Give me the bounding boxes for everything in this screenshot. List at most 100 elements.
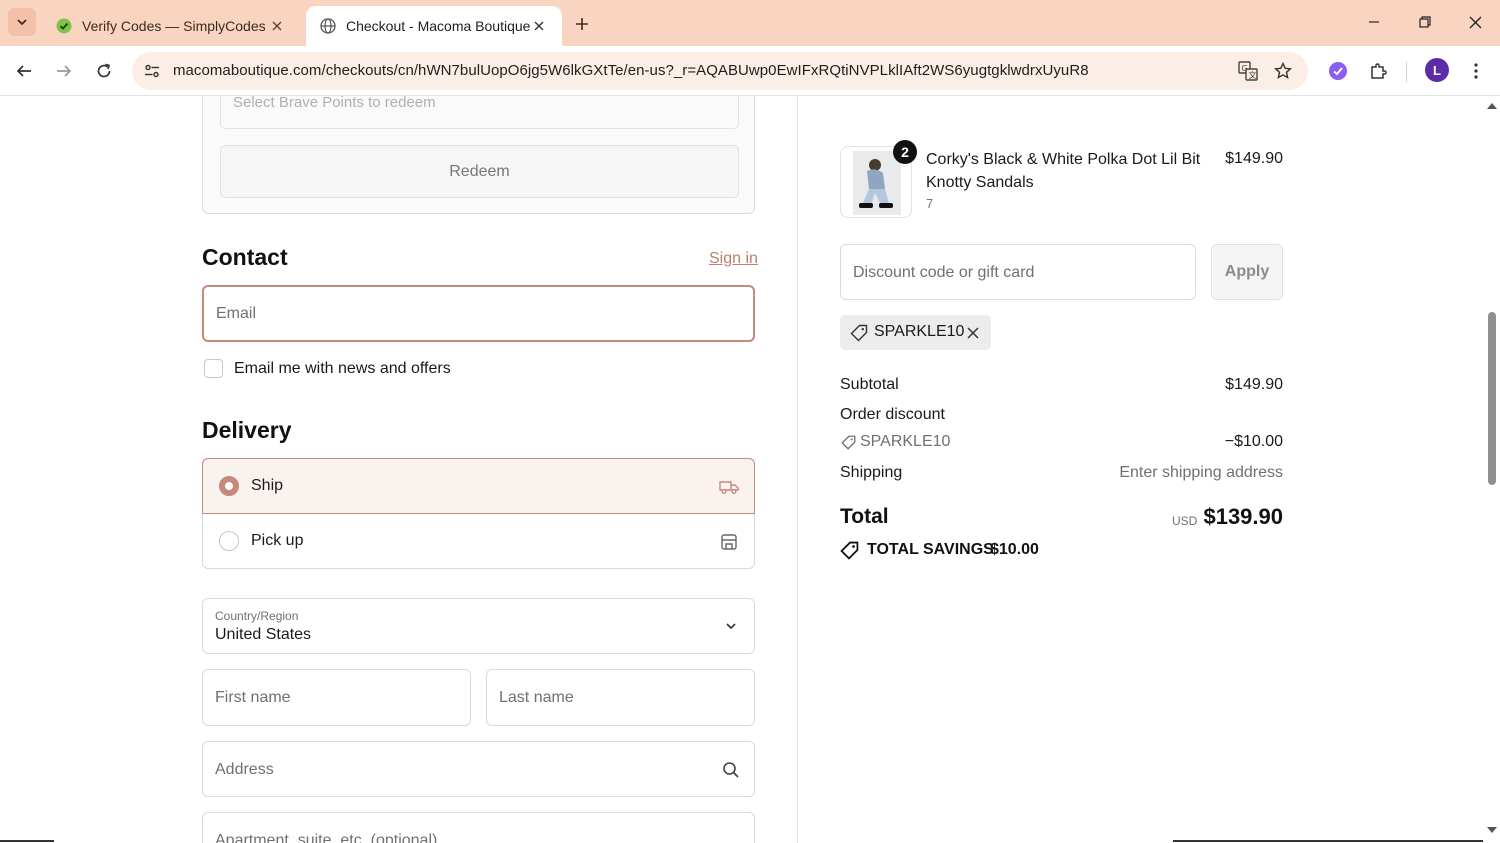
simplycodes-icon: [56, 18, 72, 34]
country-select[interactable]: Country/Region United States: [202, 598, 755, 654]
tab-simplycodes[interactable]: Verify Codes — SimplyCodes: [42, 6, 300, 46]
applied-code: SPARKLE10: [874, 323, 965, 340]
site-info-icon[interactable]: [140, 59, 164, 83]
simplycodes-extension-icon: [1329, 62, 1347, 80]
checkout-page: Select Brave Points to redeem Redeem Con…: [0, 96, 1500, 843]
first-name-placeholder: First name: [215, 689, 291, 706]
tab-search-button[interactable]: [8, 8, 36, 36]
apartment-placeholder: Apartment, suite, etc. (optional): [215, 832, 438, 843]
email-field[interactable]: Email: [202, 285, 755, 342]
subtotal-label: Subtotal: [840, 376, 899, 393]
arrow-right-icon: [57, 65, 72, 77]
delivery-heading: Delivery: [202, 417, 292, 443]
contact-heading: Contact: [202, 244, 288, 270]
brave-points-card: Select Brave Points to redeem Redeem: [202, 96, 755, 214]
sign-in-link[interactable]: Sign in: [709, 250, 758, 268]
close-window-button[interactable]: [1463, 10, 1487, 34]
total-savings-value: $10.00: [990, 541, 1039, 558]
svg-text:文: 文: [1249, 70, 1257, 80]
browser-toolbar: macomaboutique.com/checkouts/cn/hWN7bulU…: [0, 46, 1500, 96]
profile-avatar[interactable]: L: [1425, 58, 1449, 82]
reload-button[interactable]: [90, 57, 118, 85]
arrow-left-icon: [16, 65, 31, 77]
ship-option[interactable]: Ship: [202, 458, 755, 514]
pickup-label: Pick up: [251, 532, 304, 549]
bookmark-star-icon[interactable]: [1271, 59, 1295, 83]
apartment-field[interactable]: Apartment, suite, etc. (optional): [202, 812, 755, 843]
back-button[interactable]: [10, 57, 38, 85]
apply-discount-button[interactable]: Apply: [1211, 244, 1283, 300]
new-tab-button[interactable]: [570, 12, 594, 36]
ship-radio[interactable]: [219, 476, 239, 496]
total-label: Total: [840, 505, 889, 528]
ship-label: Ship: [251, 477, 284, 494]
total-savings-label: TOTAL SAVINGS: [867, 541, 994, 558]
address-field[interactable]: Address: [202, 741, 755, 797]
restore-button[interactable]: [1413, 10, 1437, 34]
total-currency: USD: [1172, 514, 1198, 528]
tab-checkout[interactable]: Checkout - Macoma Boutique: [306, 6, 562, 46]
pickup-radio[interactable]: [219, 531, 239, 551]
discount-code-field[interactable]: Discount code or gift card: [840, 244, 1196, 300]
brave-points-select[interactable]: Select Brave Points to redeem: [220, 96, 739, 129]
bottom-edge-line: [0, 840, 54, 842]
tab-title: Checkout - Macoma Boutique: [346, 18, 530, 34]
tag-icon: [850, 324, 868, 342]
redeem-button[interactable]: Redeem: [220, 145, 739, 198]
reload-icon: [97, 63, 111, 78]
column-divider: [797, 96, 798, 843]
newsletter-label: Email me with news and offers: [234, 360, 451, 377]
address-placeholder: Address: [215, 761, 274, 778]
product-variant: 7: [926, 196, 934, 211]
restore-icon: [1419, 16, 1431, 28]
newsletter-checkbox[interactable]: [204, 359, 223, 378]
browser-tab-strip: Verify Codes — SimplyCodes Checkout - Ma…: [0, 0, 1500, 46]
browser-menu-button[interactable]: [1462, 57, 1490, 85]
country-value: United States: [215, 626, 312, 643]
pickup-option[interactable]: Pick up: [203, 514, 754, 568]
close-icon: [1469, 16, 1481, 28]
puzzle-icon: [1371, 63, 1387, 79]
forward-button[interactable]: [50, 57, 78, 85]
total-value: $139.90: [1203, 504, 1283, 529]
scrollbar-thumb[interactable]: [1488, 312, 1496, 485]
scroll-down-arrow-icon[interactable]: [1486, 825, 1498, 835]
close-tab-icon[interactable]: [268, 17, 286, 35]
savings-tag-icon: [840, 541, 859, 560]
shipping-value: Enter shipping address: [1119, 464, 1283, 481]
product-name: Corky's Black & White Polka Dot Lil Bit …: [926, 151, 1201, 191]
url-text: macomaboutique.com/checkouts/cn/hWN7bulU…: [173, 62, 1089, 79]
delivery-method-group: Ship Pick up: [202, 458, 755, 569]
shipping-label: Shipping: [840, 464, 903, 481]
extension-simplycodes-button[interactable]: [1324, 57, 1352, 85]
address-bar[interactable]: macomaboutique.com/checkouts/cn/hWN7bulU…: [132, 52, 1308, 90]
remove-discount-icon[interactable]: [964, 324, 982, 342]
quantity-badge: 2: [893, 140, 917, 164]
first-name-field[interactable]: First name: [202, 669, 471, 726]
product-price: $149.90: [1225, 150, 1283, 167]
country-label: Country/Region: [215, 609, 299, 623]
scroll-up-arrow-icon[interactable]: [1486, 100, 1498, 110]
globe-icon: [320, 18, 336, 34]
discount-placeholder: Discount code or gift card: [853, 264, 1035, 281]
close-tab-icon[interactable]: [530, 17, 548, 35]
email-placeholder: Email: [216, 305, 257, 322]
extensions-button[interactable]: [1364, 57, 1392, 85]
order-discount-label: Order discount: [840, 406, 945, 423]
minimize-button[interactable]: [1362, 10, 1386, 34]
store-icon: [718, 531, 740, 553]
discount-code-label: SPARKLE10: [860, 433, 951, 450]
chevron-down-icon: [17, 19, 27, 26]
last-name-placeholder: Last name: [499, 689, 574, 706]
brave-points-placeholder: Select Brave Points to redeem: [233, 96, 436, 111]
subtotal-value: $149.90: [1225, 376, 1283, 393]
bottom-edge-line: [1173, 840, 1483, 842]
tab-title: Verify Codes — SimplyCodes: [82, 18, 266, 34]
tag-icon: [840, 434, 856, 450]
chevron-down-icon: [722, 617, 740, 635]
toolbar-separator: [1406, 62, 1407, 82]
minimize-icon: [1369, 21, 1379, 23]
translate-icon[interactable]: G文: [1236, 59, 1260, 83]
kebab-menu-icon: [1474, 63, 1478, 79]
last-name-field[interactable]: Last name: [486, 669, 755, 726]
